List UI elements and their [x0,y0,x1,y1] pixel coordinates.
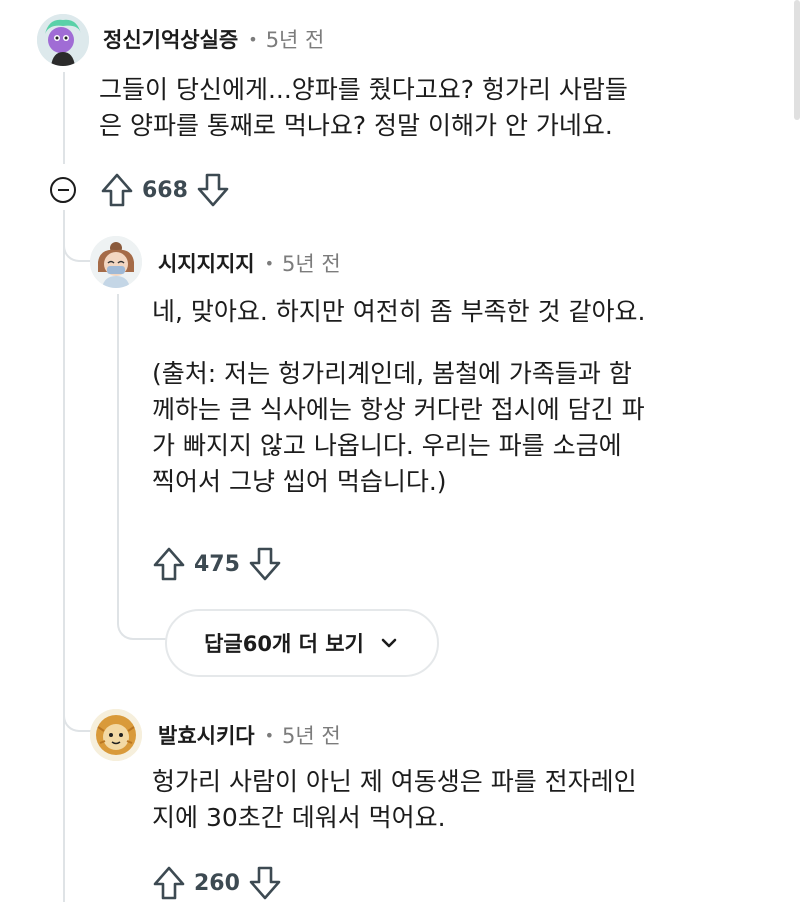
username[interactable]: 시지지지지 [158,248,255,278]
vote-bar: 260 [152,865,282,901]
arrow-up-outline-icon[interactable] [152,865,186,901]
comment-line: 네, 맞아요. 하지만 여전히 좀 부족한 것 같아요. [152,297,646,326]
comment-line: (출처: 저는 헝가리계인데, 봄철에 가족들과 함 [152,359,632,388]
timestamp: 5년 전 [282,252,341,276]
comment-line: 가 빠지지 않고 나옵니다. 우리는 파를 소금에 [152,431,622,460]
comment-meta: 발효시키다 • 5년 전 [158,720,341,750]
comment-body: 네, 맞아요. 하지만 여전히 좀 부족한 것 같아요. [152,294,645,330]
separator-dot: • [264,725,275,745]
comment-line: 께하는 큰 식사에는 항상 커다란 접시에 담긴 파 [152,395,645,424]
more-replies-label: 답글60개 더 보기 [204,632,364,656]
comment-meta: 시지지지지 • 5년 전 [158,248,341,278]
vote-bar: 475 [152,546,282,582]
arrow-up-outline-icon[interactable] [152,546,186,582]
arrow-down-outline-icon[interactable] [196,172,230,208]
avatar[interactable] [37,14,89,66]
arrow-down-outline-icon[interactable] [248,546,282,582]
username[interactable]: 정신기억상실증 [103,24,238,54]
vote-count: 260 [194,870,240,896]
timestamp: 5년 전 [265,28,325,52]
arrow-down-outline-icon[interactable] [248,865,282,901]
thread-line-root-lower [63,212,65,902]
vote-count: 475 [194,551,240,577]
thread-line-reply [117,294,119,614]
collapse-button[interactable] [50,177,76,203]
thread-line-root [63,72,65,164]
separator-dot: • [248,29,258,49]
vote-bar: 668 [100,172,230,208]
comment-body: 헝가리 사람이 아닌 제 여동생은 파를 전자레인 지에 30초간 데워서 먹어… [152,764,637,836]
comment-meta: 정신기억상실증 • 5년 전 [103,24,324,54]
timestamp: 5년 전 [282,724,341,748]
comment-body-paragraph: (출처: 저는 헝가리계인데, 봄철에 가족들과 함 께하는 큰 식사에는 항상… [152,356,645,500]
comment-line: 찍어서 그냥 씹어 먹습니다.) [152,467,447,496]
more-replies-button[interactable]: 답글60개 더 보기 [165,609,439,677]
comment-line: 지에 30초간 데워서 먹어요. [152,803,446,832]
comment-line: 은 양파를 통째로 먹나요? 정말 이해가 안 가네요. [99,111,613,140]
arrow-up-outline-icon[interactable] [100,172,134,208]
vote-count: 668 [142,177,188,203]
username[interactable]: 발효시키다 [158,720,255,750]
comment-line: 그들이 당신에게...양파를 줬다고요? 헝가리 사람들 [99,75,628,104]
scrollbar[interactable] [794,0,800,120]
comment-body: 그들이 당신에게...양파를 줬다고요? 헝가리 사람들 은 양파를 통째로 먹… [99,72,628,144]
avatar[interactable] [90,236,142,288]
comment-line: 헝가리 사람이 아닌 제 여동생은 파를 전자레인 [152,767,637,796]
separator-dot: • [264,253,275,273]
chevron-down-icon [381,638,397,648]
thread-elbow-more [117,600,167,640]
avatar[interactable] [90,709,142,761]
collapse-minus-icon [57,188,69,192]
thread-elbow-reply2 [63,690,93,732]
